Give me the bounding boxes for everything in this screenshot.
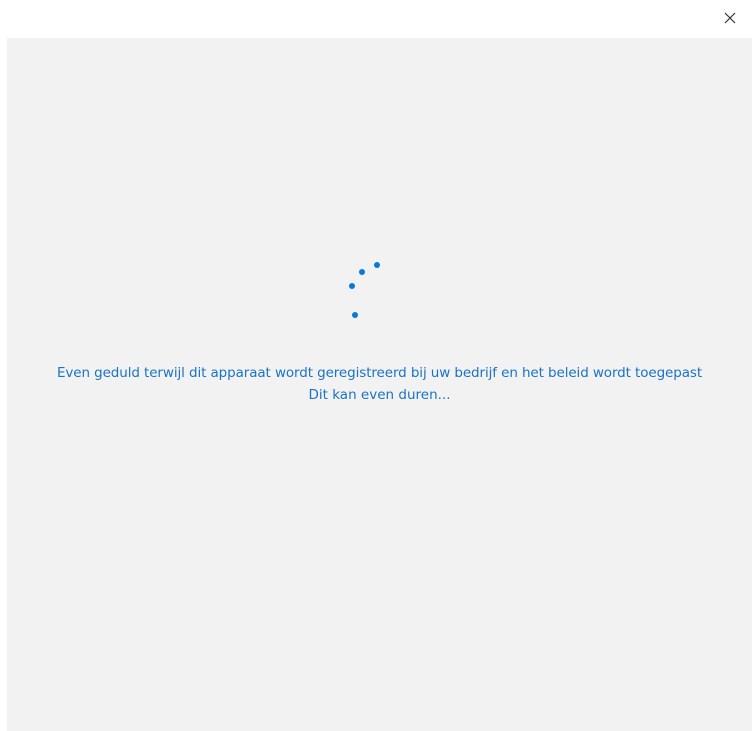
close-icon xyxy=(724,12,736,24)
spinner-dot xyxy=(359,269,365,275)
close-button[interactable] xyxy=(718,6,742,30)
spinner-dot xyxy=(352,312,358,318)
status-message: Even geduld terwijl dit apparaat wordt g… xyxy=(56,365,703,381)
loading-spinner-icon xyxy=(342,253,392,343)
enrollment-window: Even geduld terwijl dit apparaat wordt g… xyxy=(0,0,752,731)
content-panel: Even geduld terwijl dit apparaat wordt g… xyxy=(7,38,752,731)
spinner-dot xyxy=(374,262,380,268)
spinner-dot xyxy=(349,283,355,289)
status-submessage: Dit kan even duren... xyxy=(308,387,451,403)
